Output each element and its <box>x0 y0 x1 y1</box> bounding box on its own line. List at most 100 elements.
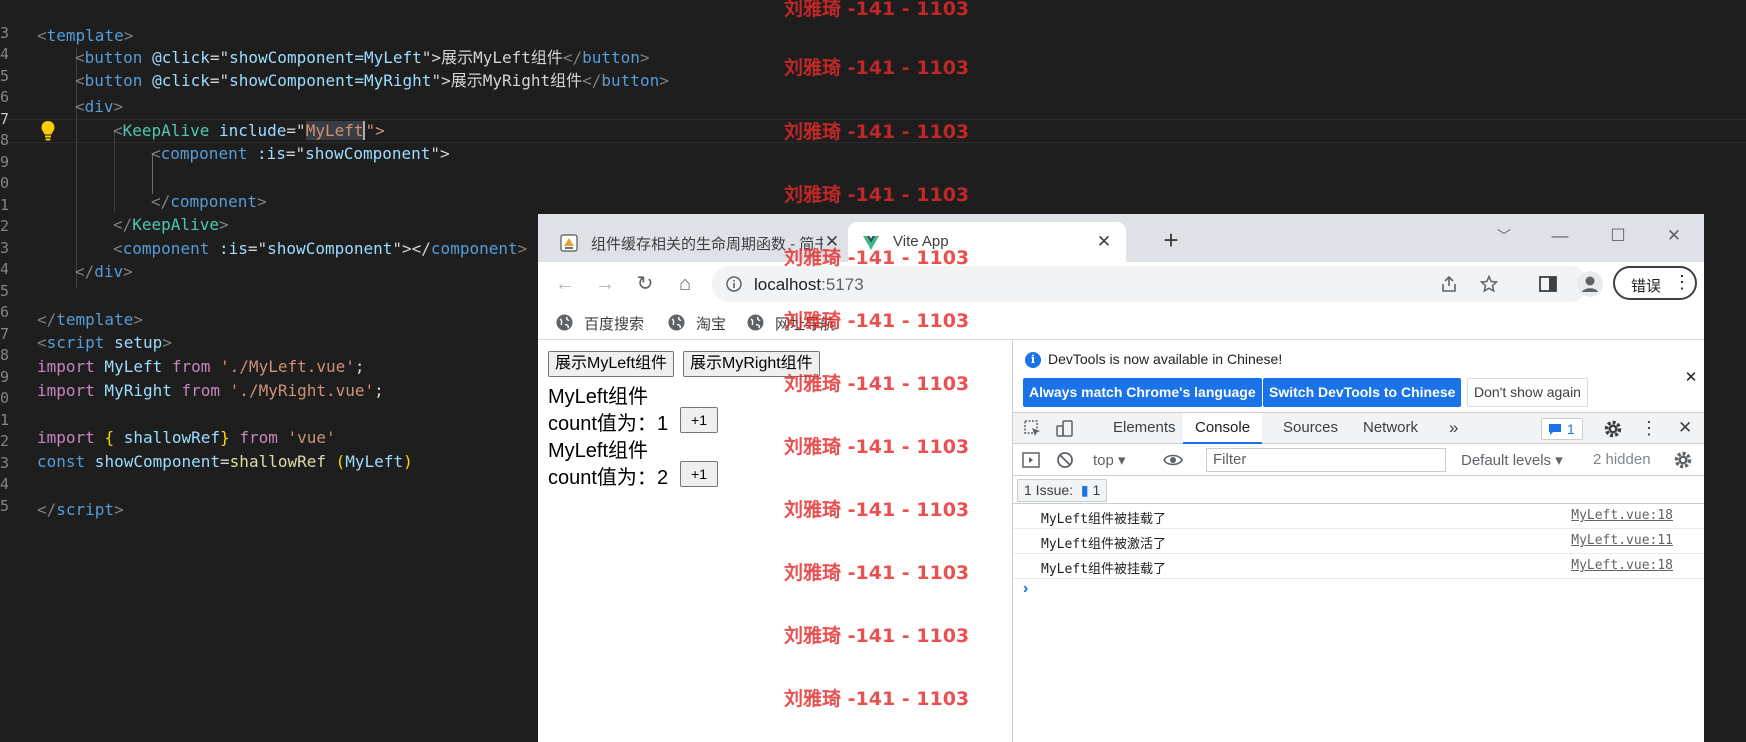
show-myright-button[interactable]: 展示MyRight组件 <box>683 351 820 377</box>
code-line: </KeepAlive> <box>113 215 229 234</box>
settings-gear-icon[interactable] <box>1603 419 1623 439</box>
tab-elements[interactable]: Elements <box>1113 413 1176 444</box>
component-title: MyLeft组件 <box>548 440 649 462</box>
code-line: <button @click="showComponent=MyRight">展… <box>75 71 669 90</box>
count-label: count值为： <box>548 413 657 435</box>
code-line: import MyRight from './MyRight.vue'; <box>37 381 384 400</box>
error-chip-button[interactable]: 错误 ⋮ <box>1613 266 1697 300</box>
clear-console-icon[interactable] <box>1055 450 1075 470</box>
console-settings-gear-icon[interactable] <box>1673 450 1693 470</box>
vite-logo-icon <box>863 236 879 250</box>
code-line: const showComponent=shallowRef (MyLeft) <box>37 452 413 471</box>
back-button[interactable]: ← <box>552 271 578 297</box>
line-number: 3 <box>0 239 8 257</box>
issues-bar: 1 Issue: ▮ 1 <box>1013 476 1704 504</box>
console-log-row[interactable]: MyLeft组件被挂载了 MyLeft.vue:18 <box>1013 504 1704 529</box>
line-number: 6 <box>0 88 8 106</box>
log-source-link[interactable]: MyLeft.vue:18 <box>1571 558 1673 573</box>
code-line: </component> <box>151 192 267 211</box>
live-expression-eye-icon[interactable] <box>1163 450 1183 470</box>
new-tab-button[interactable]: + <box>1158 227 1184 255</box>
address-bar[interactable]: localhost:5173 <box>712 266 1588 302</box>
tab-vite-app[interactable]: Vite App ✕ <box>848 222 1126 262</box>
line-number: 6 <box>0 303 8 321</box>
line-number: 3 <box>0 454 8 472</box>
browser-window: 组件缓存相关的生命周期函数 - 简书 ✕ Vite App ✕ + ﹀ — ☐ … <box>538 214 1704 742</box>
error-chip-label: 错误 <box>1631 278 1662 295</box>
inspect-element-icon[interactable] <box>1023 419 1043 439</box>
profile-avatar-icon[interactable] <box>1576 270 1604 298</box>
issues-chip-button[interactable]: 1 Issue: ▮ 1 <box>1017 479 1108 502</box>
reload-button[interactable]: ↻ <box>632 271 658 297</box>
line-number: 1 <box>0 411 8 429</box>
code-line: <component :is="showComponent"> <box>151 144 450 163</box>
close-devtools-icon[interactable]: ✕ <box>1678 413 1692 444</box>
switch-chinese-button[interactable]: Switch DevTools to Chinese <box>1263 378 1462 407</box>
line-number: 2 <box>0 432 8 450</box>
console-filter-input[interactable]: Filter <box>1206 448 1446 472</box>
dont-show-again-button[interactable]: Don't show again <box>1467 378 1588 407</box>
code-line: <KeepAlive include="MyLeft "> <box>113 121 385 140</box>
console-prompt-chevron[interactable]: › <box>1023 580 1028 598</box>
increment-button[interactable]: +1 <box>680 407 718 433</box>
site-info-icon[interactable] <box>726 276 742 292</box>
log-message: MyLeft组件被挂载了 <box>1041 562 1166 577</box>
issues-badge-button[interactable]: 1 <box>1541 418 1583 440</box>
count-line: count值为：2 <box>548 461 668 489</box>
context-selector[interactable]: top ▾ <box>1093 451 1126 469</box>
tab-strip: 组件缓存相关的生命周期函数 - 简书 ✕ Vite App ✕ + ﹀ — ☐ … <box>538 214 1704 262</box>
globe-icon <box>747 314 764 331</box>
count-value: 2 <box>656 467 669 489</box>
minimize-button[interactable]: — <box>1540 222 1580 250</box>
line-number: 5 <box>0 497 8 515</box>
show-myleft-button[interactable]: 展示MyLeft组件 <box>548 351 675 377</box>
forward-button[interactable]: → <box>592 271 618 297</box>
increment-button[interactable]: +1 <box>680 461 718 487</box>
close-infobar-icon[interactable]: ✕ <box>1683 368 1699 386</box>
log-source-link[interactable]: MyLeft.vue:18 <box>1571 508 1673 523</box>
url-text: localhost:5173 <box>754 275 864 294</box>
line-number: 8 <box>0 131 8 149</box>
log-message: MyLeft组件被激活了 <box>1041 537 1166 552</box>
issues-badge-count: 1 <box>1567 421 1575 437</box>
maximize-button[interactable]: ☐ <box>1598 222 1638 250</box>
close-tab-icon[interactable]: ✕ <box>1094 232 1114 252</box>
line-number: 9 <box>0 153 8 171</box>
log-levels-dropdown[interactable]: Default levels ▾ <box>1461 451 1563 469</box>
console-log-row[interactable]: MyLeft组件被激活了 MyLeft.vue:11 <box>1013 529 1704 554</box>
log-source-link[interactable]: MyLeft.vue:11 <box>1571 533 1673 548</box>
more-tabs-icon[interactable]: » <box>1449 413 1458 444</box>
device-toolbar-icon[interactable] <box>1055 419 1075 439</box>
console-log-row[interactable]: MyLeft组件被挂载了 MyLeft.vue:18 <box>1013 554 1704 579</box>
globe-icon <box>556 314 573 331</box>
close-window-button[interactable]: ✕ <box>1654 222 1694 250</box>
tab-network[interactable]: Network <box>1363 413 1418 444</box>
code-line: <component :is="showComponent"></compone… <box>113 239 528 258</box>
tab-console[interactable]: Console <box>1183 413 1263 444</box>
close-tab-icon[interactable]: ✕ <box>822 232 842 252</box>
line-number: 5 <box>0 282 8 300</box>
bookmark-star-icon[interactable] <box>1480 275 1498 293</box>
share-icon[interactable] <box>1440 275 1458 293</box>
line-number: 4 <box>0 45 8 63</box>
line-number: 0 <box>0 174 8 192</box>
lightbulb-icon[interactable] <box>40 120 56 142</box>
tab-jianshu[interactable]: 组件缓存相关的生命周期函数 - 简书 ✕ <box>546 222 856 262</box>
devtools-menu-icon[interactable]: ⋮ <box>1640 413 1658 444</box>
match-language-button[interactable]: Always match Chrome's language <box>1023 378 1262 407</box>
console-toolbar: top ▾ Filter Default levels ▾ 2 hidden <box>1013 444 1704 476</box>
devtools-language-infobar: i DevTools is now available in Chinese! … <box>1013 340 1704 412</box>
side-panel-icon[interactable] <box>1538 274 1558 294</box>
indent-guide <box>114 132 115 212</box>
tab-title: 组件缓存相关的生命周期函数 - 简书 <box>591 236 823 253</box>
line-number: 3 <box>0 24 8 42</box>
line-number: 1 <box>0 196 8 214</box>
sidebar-toggle-icon[interactable] <box>1021 450 1041 470</box>
page-content: 展示MyLeft组件 展示MyRight组件 MyLeft组件 count值为：… <box>538 340 1012 742</box>
log-message: MyLeft组件被挂载了 <box>1041 512 1166 527</box>
info-icon: i <box>1025 352 1041 368</box>
code-line: <template> <box>37 26 134 45</box>
tab-search-icon[interactable]: ﹀ <box>1484 222 1524 250</box>
home-button[interactable]: ⌂ <box>672 271 698 297</box>
tab-sources[interactable]: Sources <box>1283 413 1338 444</box>
